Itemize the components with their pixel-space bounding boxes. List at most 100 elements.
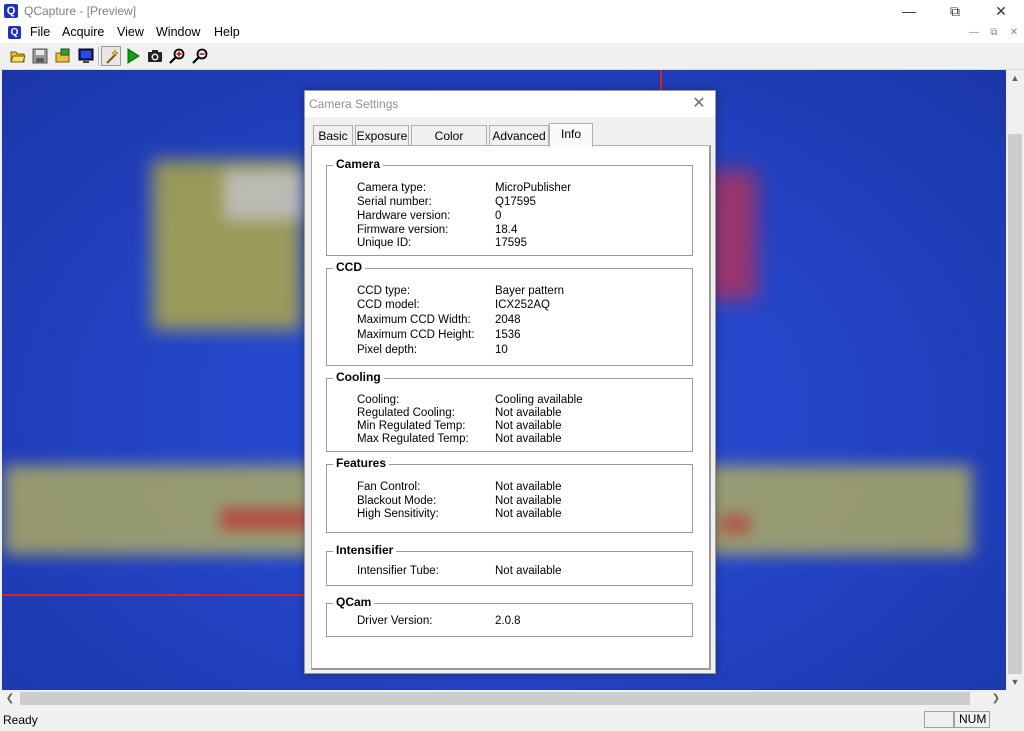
group-cooling: Cooling Cooling: Cooling available Regulate…	[326, 370, 693, 452]
info-value: 2048	[495, 314, 521, 326]
mdi-restore-button[interactable]: ⧉	[986, 26, 1002, 40]
camera-settings-dialog: Camera Settings ✕ Basic Exposure Color B…	[304, 90, 716, 674]
info-value: 10	[495, 344, 508, 356]
tab-advanced[interactable]: Advanced	[489, 125, 549, 145]
zoom-in-button[interactable]	[167, 46, 187, 66]
app-logo-icon: Q	[4, 4, 18, 18]
info-value: Not available	[495, 481, 562, 493]
menu-help[interactable]: Help	[214, 25, 240, 39]
restore-button[interactable]: ⧉	[932, 0, 978, 23]
preview-blur-shape	[224, 170, 304, 220]
info-label: Pixel depth:	[357, 344, 418, 356]
status-bar: Ready NUM	[0, 710, 1024, 731]
info-tab-panel: Camera Camera type: MicroPublisher Serial n…	[311, 145, 711, 670]
status-panel-empty	[924, 711, 954, 728]
vertical-scrollbar[interactable]: ▲ ▼	[1006, 70, 1024, 690]
info-row: Driver Version: 2.0.8	[357, 615, 687, 629]
open-button[interactable]	[8, 46, 28, 66]
open-sequence-button[interactable]	[53, 46, 73, 66]
mdi-close-button[interactable]: ✕	[1006, 26, 1022, 40]
info-label: CCD model:	[357, 299, 420, 311]
info-value: Not available	[495, 495, 562, 507]
group-features: Features Fan Control: Not available Blackou…	[326, 456, 693, 533]
tab-color-balance[interactable]: Color Balance	[411, 125, 487, 163]
camera-settings-button[interactable]	[101, 46, 121, 66]
info-row: Hardware version: 0	[357, 210, 687, 224]
info-label: Fan Control:	[357, 481, 421, 493]
group-qcam: QCam Driver Version: 2.0.8	[326, 595, 693, 637]
close-button[interactable]: ✕	[978, 0, 1024, 23]
snap-button[interactable]	[145, 46, 165, 66]
monitor-icon	[78, 48, 94, 63]
menu-file[interactable]: File	[30, 25, 50, 39]
live-preview-button[interactable]	[123, 46, 143, 66]
menu-window[interactable]: Window	[156, 25, 200, 39]
vertical-scroll-thumb[interactable]	[1008, 134, 1022, 674]
minimize-button[interactable]: —	[886, 0, 932, 23]
scroll-right-arrow-icon[interactable]: ❯	[988, 690, 1004, 707]
window-title: QCapture - [Preview]	[24, 4, 137, 18]
info-value: 0	[495, 210, 502, 222]
info-label: Cooling:	[357, 394, 400, 406]
zoom-out-button[interactable]	[190, 46, 210, 66]
info-value: Not available	[495, 407, 562, 419]
save-button[interactable]	[30, 46, 50, 66]
horizontal-scrollbar[interactable]: ❮ ❯	[2, 690, 1006, 707]
scroll-up-arrow-icon[interactable]: ▲	[1006, 70, 1024, 86]
open-folder-icon	[10, 51, 26, 63]
info-row: CCD model: ICX252AQ	[357, 299, 687, 313]
tab-basic[interactable]: Basic	[313, 125, 353, 145]
camera-icon	[148, 50, 162, 62]
dialog-title: Camera Settings	[309, 97, 399, 111]
info-value: Not available	[495, 508, 562, 520]
info-label: Maximum CCD Width:	[357, 314, 471, 326]
num-lock-indicator: NUM	[954, 711, 990, 728]
preview-blur-shape	[220, 508, 310, 530]
menu-view[interactable]: View	[117, 25, 144, 39]
info-value: 17595	[495, 237, 527, 249]
dialog-title-bar: Camera Settings ✕	[305, 91, 715, 117]
info-label: Unique ID:	[357, 237, 412, 249]
info-row: Unique ID: 17595	[357, 237, 687, 251]
zoom-out-icon	[192, 48, 208, 64]
info-label: Maximum CCD Height:	[357, 329, 475, 341]
crosshair-horizontal-line	[2, 594, 304, 596]
info-value: 1536	[495, 329, 521, 341]
scroll-down-arrow-icon[interactable]: ▼	[1006, 674, 1024, 690]
info-value: Q17595	[495, 196, 536, 208]
info-value: 18.4	[495, 224, 518, 236]
group-title: CCD	[333, 260, 365, 274]
play-icon	[127, 48, 140, 64]
mdi-minimize-button[interactable]: —	[966, 26, 982, 40]
group-title: Intensifier	[333, 543, 397, 557]
toolbar	[0, 43, 1024, 70]
group-camera: Camera Camera type: MicroPublisher Serial n…	[326, 157, 693, 256]
tab-exposure[interactable]: Exposure	[355, 125, 409, 145]
info-row: Intensifier Tube: Not available	[357, 565, 687, 579]
info-label: High Sensitivity:	[357, 508, 439, 520]
info-label: Hardware version:	[357, 210, 451, 222]
tab-info[interactable]: Info	[549, 123, 593, 147]
info-value: 2.0.8	[495, 615, 521, 627]
save-icon	[32, 48, 48, 64]
info-label: Firmware version:	[357, 224, 449, 236]
info-row: Firmware version: 18.4	[357, 224, 687, 238]
open-sequence-icon	[55, 48, 70, 63]
info-row: CCD type: Bayer pattern	[357, 285, 687, 299]
horizontal-scroll-thumb[interactable]	[20, 692, 970, 705]
document-logo-icon[interactable]: Q	[8, 26, 21, 39]
dialog-close-icon[interactable]: ✕	[689, 94, 709, 114]
info-row: Max Regulated Temp: Not available	[357, 433, 687, 447]
info-value: Not available	[495, 420, 562, 432]
group-title: Features	[333, 456, 390, 470]
info-row: Camera type: MicroPublisher	[357, 182, 687, 196]
info-value: MicroPublisher	[495, 182, 572, 194]
scroll-left-arrow-icon[interactable]: ❮	[2, 690, 18, 707]
info-row: Fan Control: Not available	[357, 481, 687, 495]
menu-acquire[interactable]: Acquire	[62, 25, 104, 39]
toolbar-separator	[98, 47, 99, 65]
monitor-button[interactable]	[76, 46, 96, 66]
info-value: Bayer pattern	[495, 285, 565, 297]
info-row: High Sensitivity: Not available	[357, 508, 687, 522]
info-row: Maximum CCD Height: 1536	[357, 329, 687, 343]
